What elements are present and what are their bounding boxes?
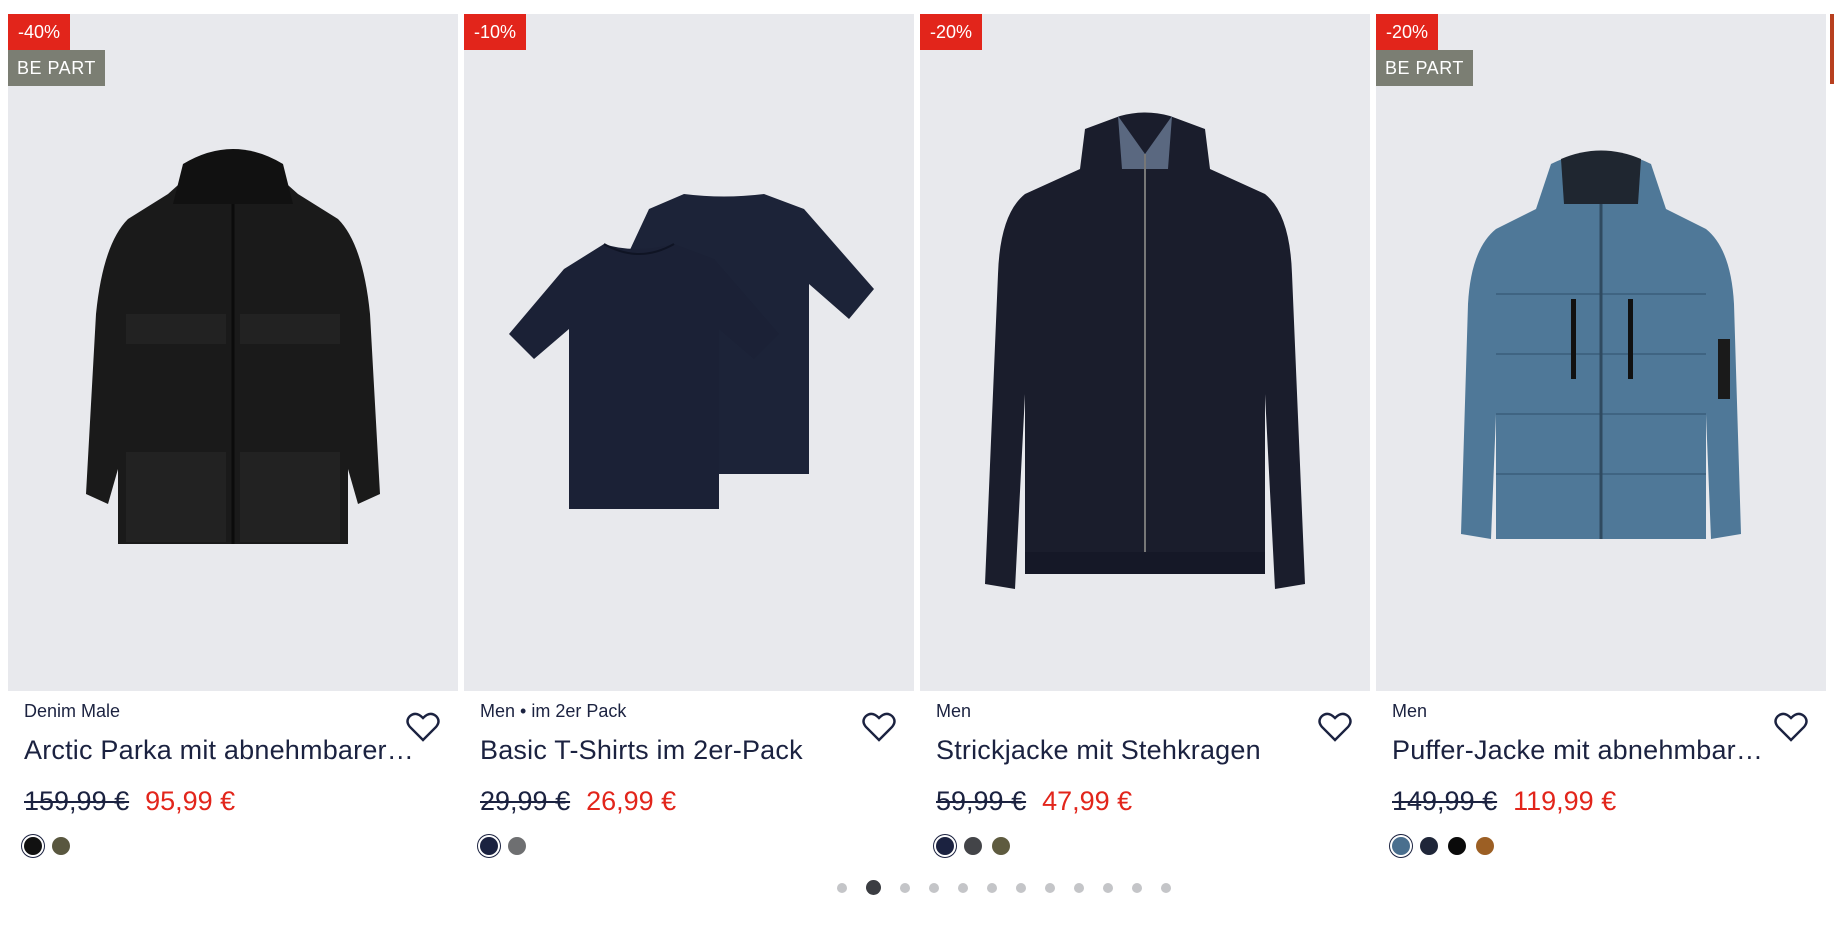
pagination-dot[interactable] xyxy=(1132,882,1142,893)
sale-price: 47,99 € xyxy=(1042,786,1133,816)
pagination-dot[interactable] xyxy=(1103,882,1113,893)
product-image[interactable]: -20% BE PART xyxy=(1376,14,1826,691)
heart-icon[interactable] xyxy=(406,711,440,743)
product-image[interactable]: -40% BE PART xyxy=(8,14,458,691)
discount-badge: -40% xyxy=(8,14,71,50)
product-info: Men • im 2er Pack Basic T-Shirts im 2er-… xyxy=(464,701,914,855)
color-swatch[interactable] xyxy=(1420,837,1438,855)
pagination-dot[interactable] xyxy=(1045,882,1055,893)
product-image[interactable]: -20% xyxy=(920,14,1370,691)
product-name[interactable]: Puffer-Jacke mit abnehmbar… xyxy=(1392,735,1792,766)
old-price: 29,99 € xyxy=(480,786,571,816)
price-row: 29,99 € 26,99 € xyxy=(480,786,898,817)
color-swatch[interactable] xyxy=(936,837,954,855)
puffer-jacket-image xyxy=(1461,150,1741,539)
price-row: 59,99 € 47,99 € xyxy=(936,786,1354,817)
product-info: Denim Male Arctic Parka mit abnehmbarer…… xyxy=(8,701,458,855)
carousel-pagination xyxy=(837,880,1171,895)
product-name[interactable]: Strickjacke mit Stehkragen xyxy=(936,735,1336,766)
color-swatch[interactable] xyxy=(1476,837,1494,855)
price-row: 149,99 € 119,99 € xyxy=(1392,786,1810,817)
product-card[interactable]: -20% Men Strickjacke mit Stehkragen 59,9… xyxy=(920,14,1370,855)
product-brand: Men xyxy=(936,701,972,721)
product-image[interactable]: -10% xyxy=(464,14,914,691)
product-card[interactable]: -20% BE PART Men Puffer-Jacke mit abnehm… xyxy=(1376,14,1826,855)
be-part-badge: BE PART xyxy=(8,50,105,86)
old-price: 149,99 € xyxy=(1392,786,1498,816)
product-info: Men Puffer-Jacke mit abnehmbar… 149,99 €… xyxy=(1376,701,1826,855)
pagination-dot[interactable] xyxy=(900,882,910,893)
be-part-badge: BE PART xyxy=(1376,50,1473,86)
color-swatch[interactable] xyxy=(992,837,1010,855)
tshirts-image xyxy=(509,194,874,509)
price-row: 159,99 € 95,99 € xyxy=(24,786,442,817)
product-name[interactable]: Arctic Parka mit abnehmbarer… xyxy=(24,735,424,766)
color-swatch[interactable] xyxy=(480,837,498,855)
color-swatch[interactable] xyxy=(24,837,42,855)
old-price: 59,99 € xyxy=(936,786,1027,816)
color-swatch[interactable] xyxy=(52,837,70,855)
discount-badge: -20% xyxy=(920,14,983,50)
pagination-dot[interactable] xyxy=(1161,882,1171,893)
cardigan-image xyxy=(985,112,1305,589)
next-card-edge xyxy=(1830,14,1834,84)
heart-icon[interactable] xyxy=(862,711,896,743)
color-swatches xyxy=(480,837,898,855)
parka-image xyxy=(86,149,380,544)
heart-icon[interactable] xyxy=(1318,711,1352,743)
color-swatch[interactable] xyxy=(1448,837,1466,855)
pagination-dot[interactable] xyxy=(1074,882,1084,893)
product-carousel: -40% BE PART Denim Male Arctic Parka mit… xyxy=(8,14,1834,914)
color-swatch[interactable] xyxy=(1392,837,1410,855)
sale-price: 95,99 € xyxy=(145,786,236,816)
product-brand: Denim Male xyxy=(24,701,121,721)
color-swatches xyxy=(936,837,1354,855)
sale-price: 26,99 € xyxy=(586,786,677,816)
heart-icon[interactable] xyxy=(1774,711,1808,743)
pagination-dot[interactable] xyxy=(929,882,939,893)
discount-badge: -20% xyxy=(1376,14,1439,50)
product-info: Men Strickjacke mit Stehkragen 59,99 € 4… xyxy=(920,701,1370,855)
sale-price: 119,99 € xyxy=(1513,786,1617,816)
color-swatch[interactable] xyxy=(964,837,982,855)
discount-badge: -10% xyxy=(464,14,527,50)
product-track: -40% BE PART Denim Male Arctic Parka mit… xyxy=(8,14,1826,855)
color-swatches xyxy=(24,837,442,855)
product-card[interactable]: -10% Men • im 2er Pack Basic T-Shirts im… xyxy=(464,14,914,855)
product-brand: Men xyxy=(1392,701,1428,721)
color-swatches xyxy=(1392,837,1810,855)
pagination-dot[interactable] xyxy=(866,880,881,895)
product-name[interactable]: Basic T-Shirts im 2er-Pack xyxy=(480,735,880,766)
pagination-dot[interactable] xyxy=(1016,882,1026,893)
pagination-dot[interactable] xyxy=(958,882,968,893)
color-swatch[interactable] xyxy=(508,837,526,855)
old-price: 159,99 € xyxy=(24,786,130,816)
pagination-dot[interactable] xyxy=(837,882,847,893)
product-card[interactable]: -40% BE PART Denim Male Arctic Parka mit… xyxy=(8,14,458,855)
product-brand: Men • im 2er Pack xyxy=(480,701,627,721)
pagination-dot[interactable] xyxy=(987,882,997,893)
